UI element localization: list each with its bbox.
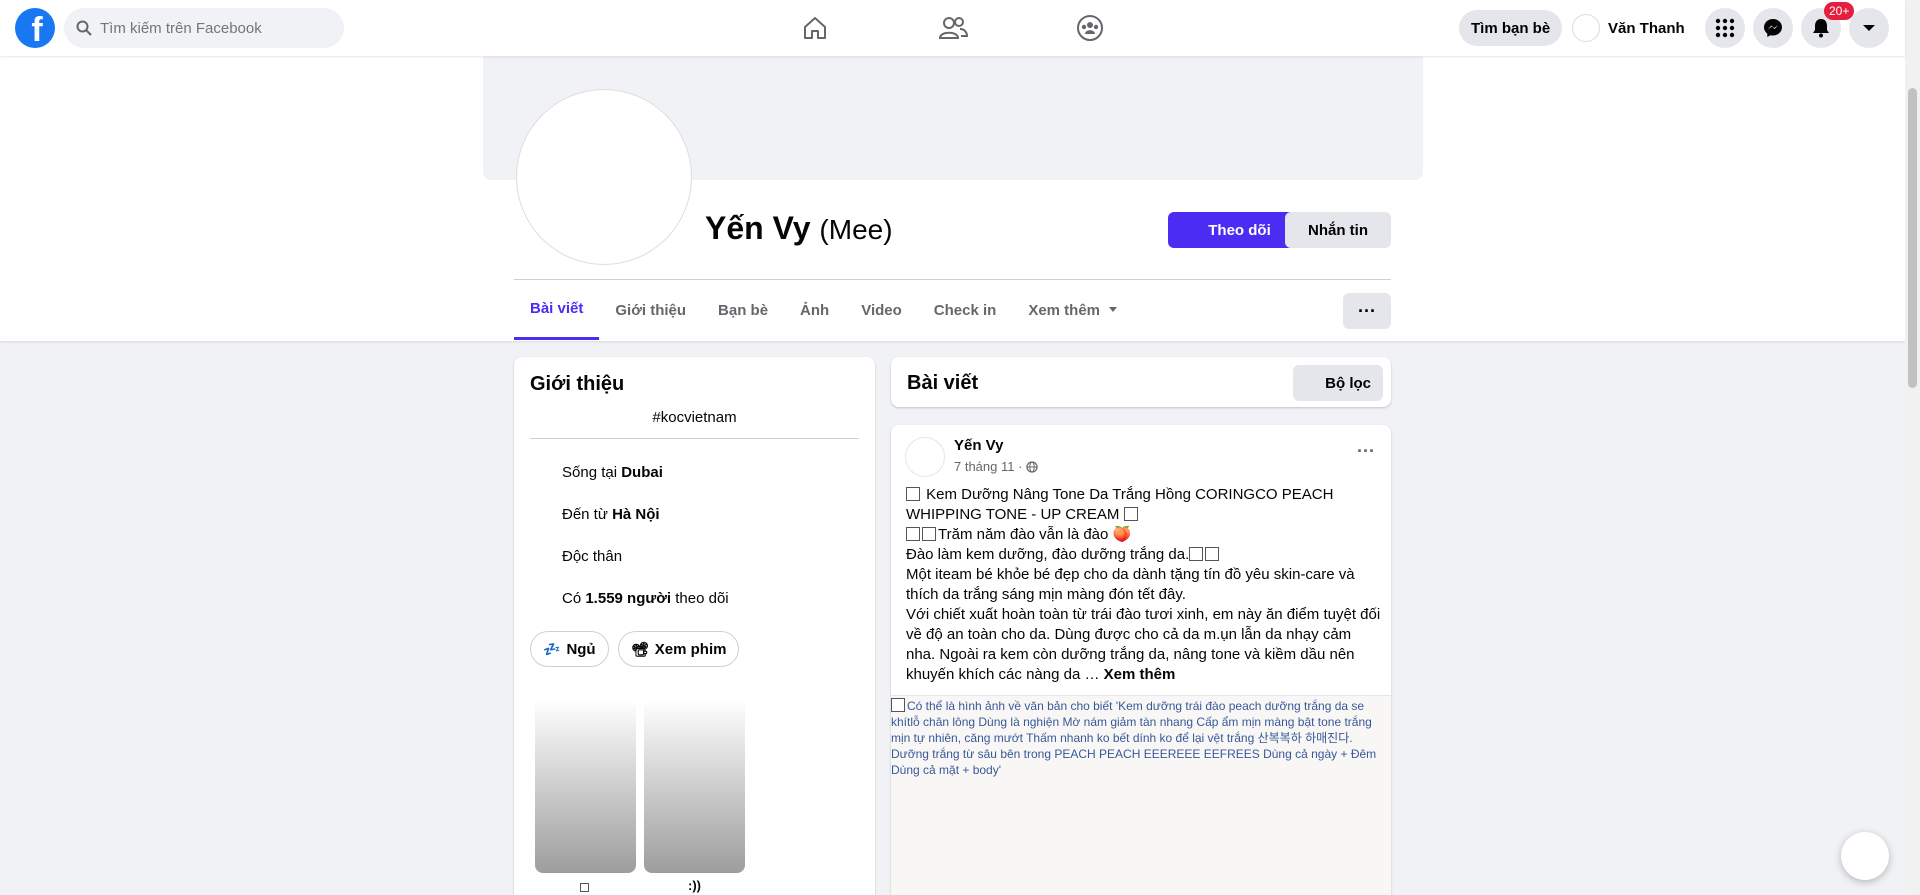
search-box[interactable] <box>64 8 344 48</box>
intro-lives-prefix: Sống tại <box>562 464 622 481</box>
profile-name: Yến Vy (Mee) <box>705 210 893 247</box>
page-scrollbar[interactable] <box>1905 0 1920 895</box>
post-body: Kem Dưỡng Nâng Tone Da Trắng Hồng CORING… <box>906 485 1381 685</box>
post-line: Trăm năm đào vẫn là đào 🍑 <box>906 525 1381 545</box>
new-message-button[interactable] <box>1841 832 1889 880</box>
post-card: Yến Vy 7 tháng 11 · ··· Kem Dưỡng Nâng T… <box>891 425 1391 895</box>
missing-glyph-icon <box>1123 507 1138 521</box>
intro-from: Đến từ Hà Nội <box>562 506 660 523</box>
hobby-label: Ngủ <box>566 640 596 658</box>
post-line: Đào làm kem dưỡng, đào dưỡng trắng da. <box>906 545 1381 565</box>
tab-more-label: Xem thêm <box>1028 301 1101 319</box>
scrollbar-thumb[interactable] <box>1908 88 1917 388</box>
intro-lives-in: Sống tại Dubai <box>562 464 663 481</box>
post-line: Kem Dưỡng Nâng Tone Da Trắng Hồng CORING… <box>906 486 1334 523</box>
tab-videos[interactable]: Video <box>845 280 918 340</box>
grid-icon <box>1715 18 1735 38</box>
post-image[interactable]: Có thể là hình ảnh về văn bản cho biết '… <box>891 695 1391 895</box>
broken-image-icon <box>891 698 905 712</box>
post-date-text: 7 tháng 11 · <box>954 459 1023 474</box>
profile-more-button[interactable]: ··· <box>1343 293 1391 329</box>
home-icon[interactable] <box>799 12 831 44</box>
messenger-button[interactable] <box>1753 8 1793 48</box>
posts-header-card: Bài viết Bộ lọc <box>891 357 1391 407</box>
message-button[interactable]: Nhắn tin <box>1285 212 1391 248</box>
post-date[interactable]: 7 tháng 11 · <box>954 459 1039 474</box>
profile-header: Yến Vy (Mee) Theo dõi Nhắn tin Bài viết … <box>0 56 1905 341</box>
filter-button[interactable]: Bộ lọc <box>1293 365 1383 401</box>
intro-from-value[interactable]: Hà Nội <box>612 506 660 523</box>
friends-icon[interactable] <box>937 12 969 44</box>
intro-followers-prefix: Có <box>562 590 586 607</box>
tab-check-in[interactable]: Check in <box>918 280 1013 340</box>
messenger-icon <box>1764 19 1782 37</box>
highlight-label <box>535 878 636 893</box>
sleep-icon: 💤 <box>543 640 561 657</box>
user-name: Văn Thanh <box>1608 19 1685 37</box>
intro-bio: #kocvietnam <box>530 409 859 439</box>
peach-emoji-icon: 🍑 <box>1112 526 1132 543</box>
search-icon <box>76 20 92 36</box>
notification-badge: 20+ <box>1824 2 1855 20</box>
missing-glyph-icon <box>1189 547 1204 561</box>
caret-down-icon <box>1109 307 1118 312</box>
missing-glyph-icon <box>1205 547 1220 561</box>
intro-from-prefix: Đến từ <box>562 506 613 523</box>
chevron-down-icon <box>1863 25 1875 31</box>
missing-glyph-icon <box>906 487 920 501</box>
intro-followers-value[interactable]: 1.559 người <box>585 590 671 607</box>
post-line: Với chiết xuất hoàn toàn từ trái đào tươ… <box>906 606 1381 683</box>
profile-nickname: (Mee) <box>819 214 893 245</box>
intro-relationship: Độc thân <box>562 548 623 565</box>
see-more-link[interactable]: Xem thêm <box>1104 666 1176 683</box>
hobby-label: Xem phim <box>654 640 727 658</box>
highlight-cover[interactable] <box>535 699 636 873</box>
tab-photos[interactable]: Ảnh <box>784 280 845 340</box>
post-menu-button[interactable]: ··· <box>1357 441 1375 462</box>
posts-title: Bài viết <box>907 372 979 394</box>
facebook-logo-icon[interactable]: f <box>15 8 55 48</box>
highlight-label: :)) <box>688 878 701 893</box>
tab-more[interactable]: Xem thêm <box>1012 280 1134 340</box>
missing-glyph-icon <box>906 527 920 541</box>
profile-name-text: Yến Vy <box>705 210 811 246</box>
highlight-cover[interactable] <box>644 699 745 873</box>
account-menu-button[interactable] <box>1849 8 1889 48</box>
intro-card: Giới thiệu #kocvietnam Sống tại Dubai Đế… <box>514 357 875 895</box>
intro-title: Giới thiệu <box>530 373 625 395</box>
intro-lives-value[interactable]: Dubai <box>621 464 663 481</box>
avatar <box>1572 14 1600 42</box>
find-friends-button[interactable]: Tìm bạn bè <box>1459 10 1563 46</box>
intro-followers-suffix: theo dõi <box>671 590 729 607</box>
profile-tabs: Bài viết Giới thiệu Bạn bè Ảnh Video Che… <box>514 280 1134 340</box>
menu-grid-button[interactable] <box>1705 8 1745 48</box>
tab-posts[interactable]: Bài viết <box>514 280 600 340</box>
avatar[interactable] <box>905 437 945 477</box>
post-image-alt-text: Có thể là hình ảnh về văn bản cho biết '… <box>891 699 1377 777</box>
film-projector-icon: 📽 <box>631 640 649 657</box>
tab-friends[interactable]: Bạn bè <box>702 280 784 340</box>
hobby-chip-movies[interactable]: 📽 Xem phim <box>618 631 740 667</box>
groups-icon[interactable] <box>1074 12 1106 44</box>
search-input[interactable] <box>100 19 320 37</box>
hobby-chip-sleep[interactable]: 💤 Ngủ <box>530 631 609 667</box>
intro-followers: Có 1.559 người theo dõi <box>562 590 729 607</box>
missing-glyph-icon <box>580 883 589 892</box>
bell-icon <box>1813 19 1829 38</box>
profile-avatar[interactable] <box>517 90 691 264</box>
profile-shortcut[interactable]: Văn Thanh <box>1572 12 1685 44</box>
post-line: Một iteam bé khỏe bé đẹp cho da dành tặn… <box>906 566 1355 603</box>
top-navigation-bar: f Tìm bạn bè Văn Thanh 20+ <box>0 0 1905 56</box>
post-author[interactable]: Yến Vy <box>954 437 1003 454</box>
globe-icon <box>1026 460 1039 473</box>
tab-about[interactable]: Giới thiệu <box>599 280 702 340</box>
missing-glyph-icon <box>922 527 936 541</box>
